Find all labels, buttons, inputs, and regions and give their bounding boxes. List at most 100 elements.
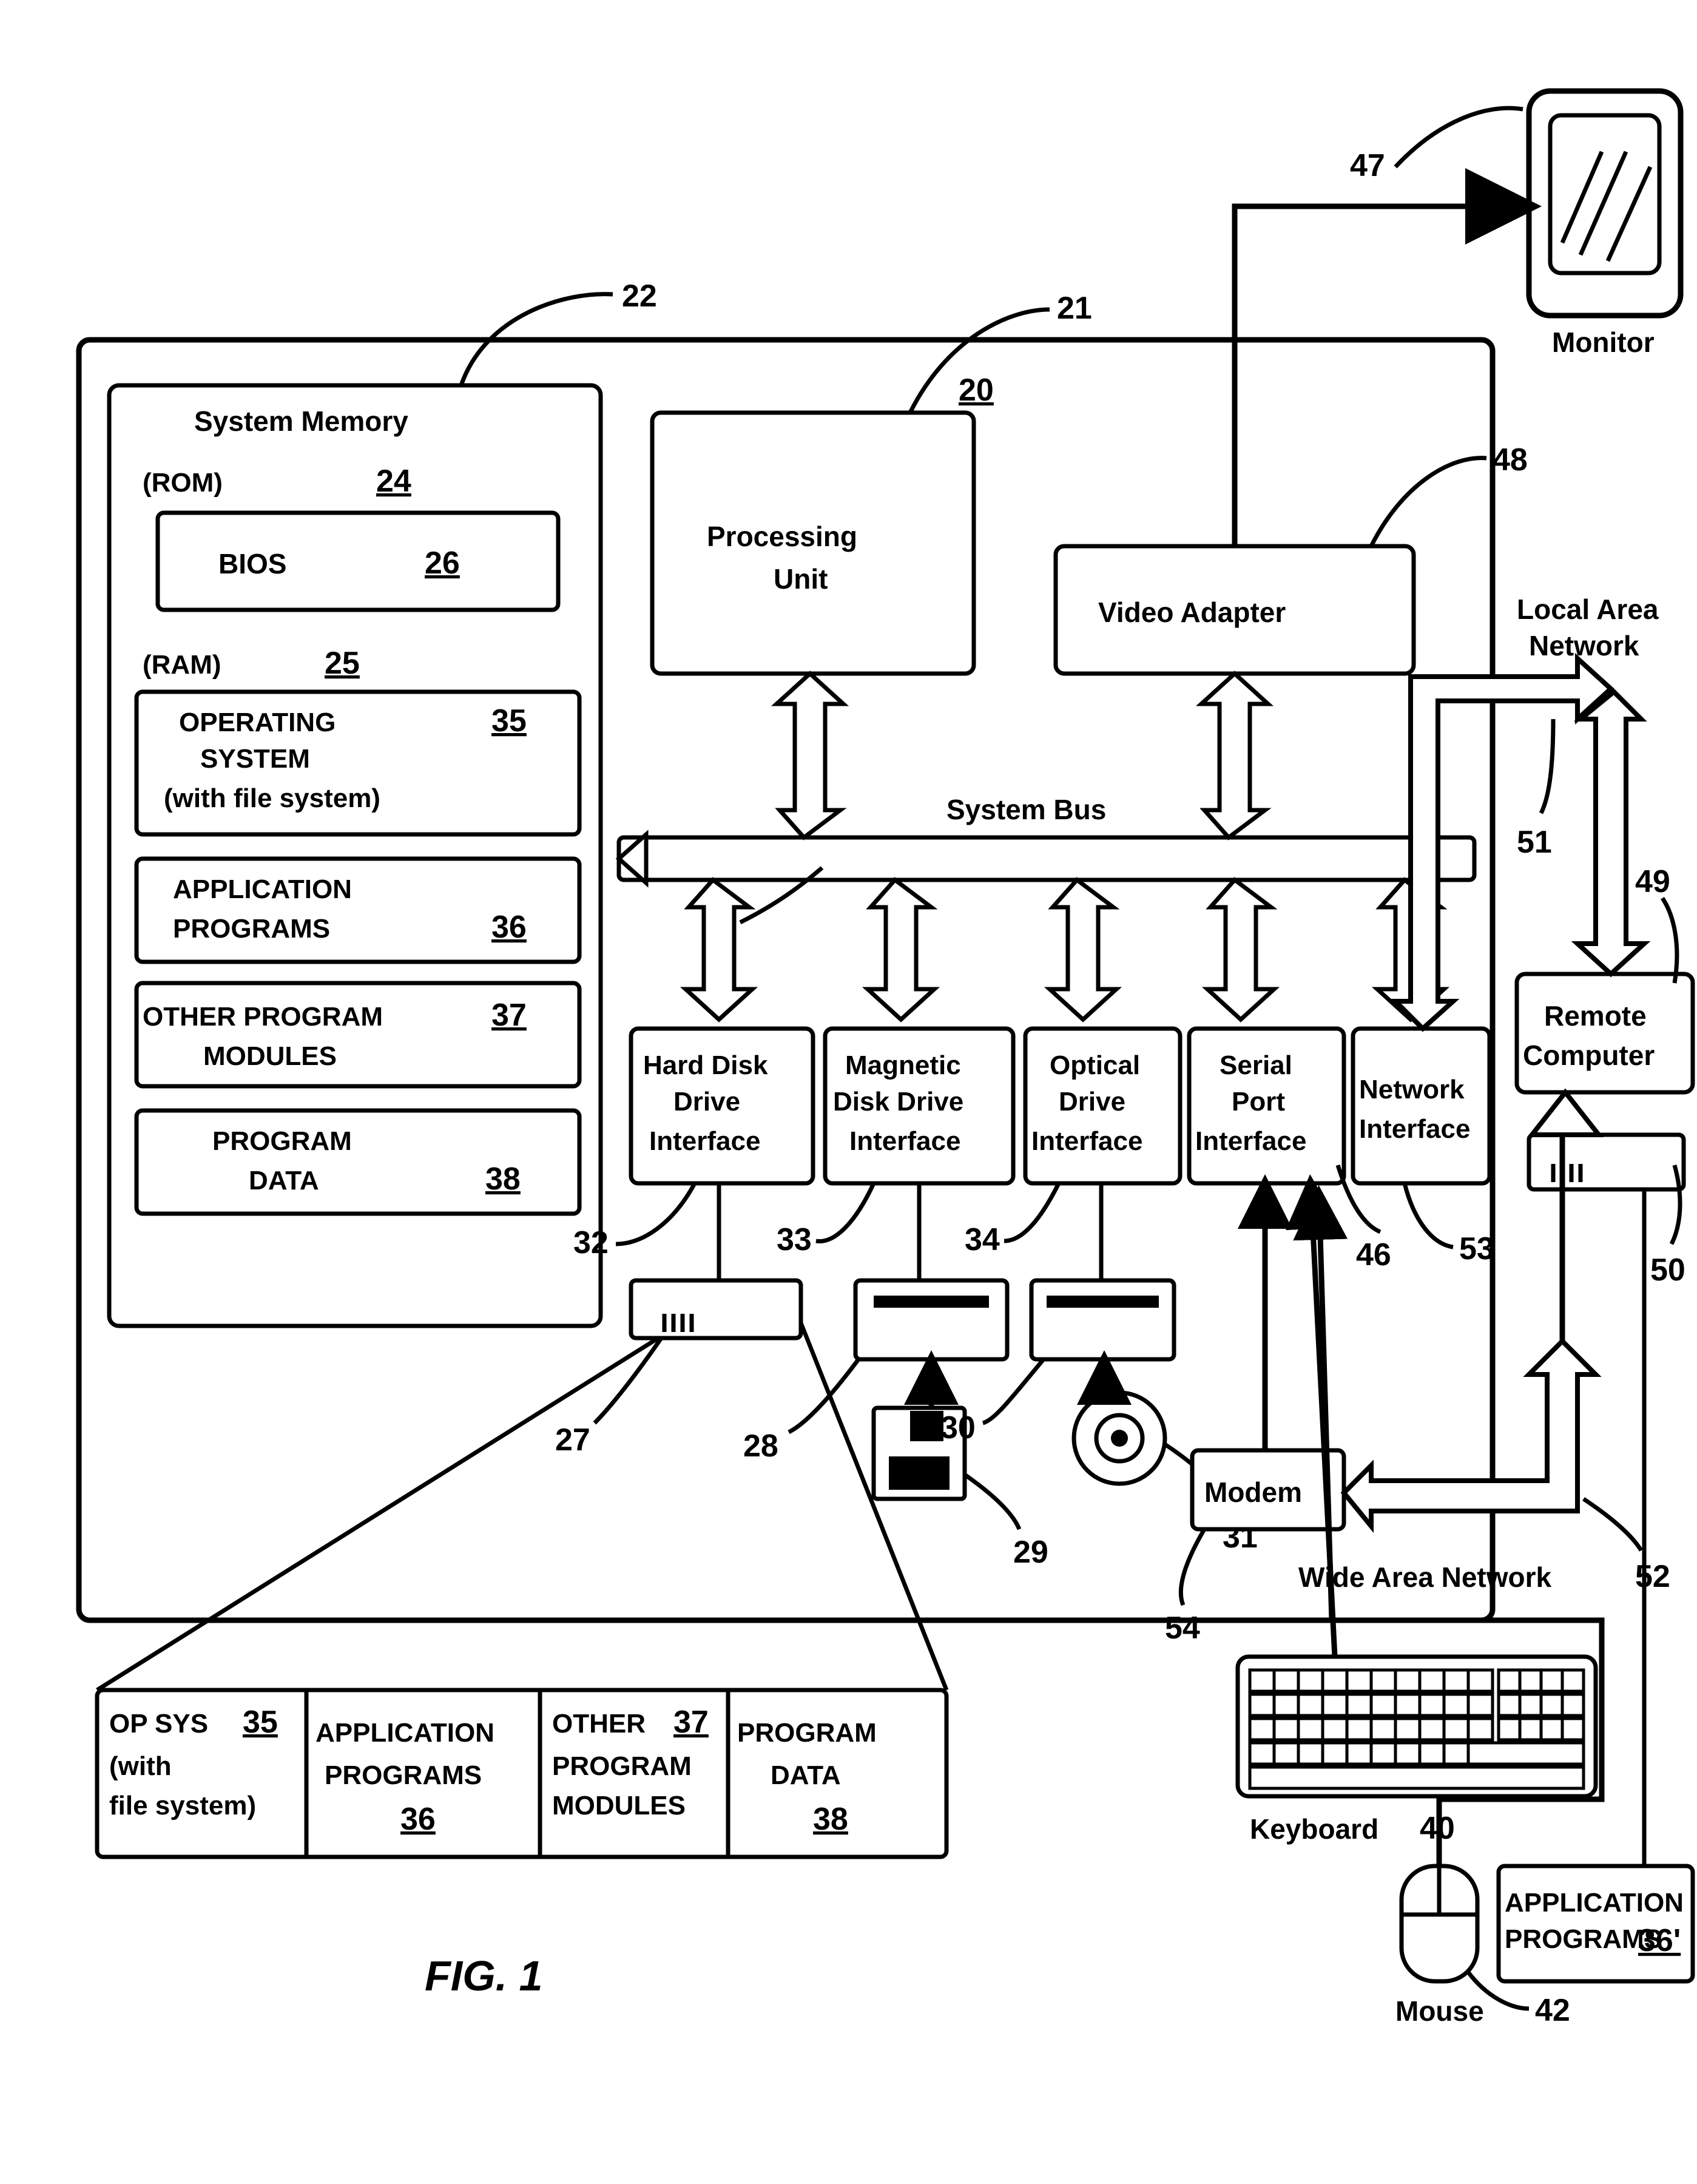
svg-text:(with: (with [109, 1751, 172, 1781]
svg-text:BIOS: BIOS [218, 548, 286, 580]
svg-text:33: 33 [777, 1222, 812, 1257]
svg-text:Magnetic: Magnetic [845, 1050, 961, 1080]
svg-text:Interface: Interface [1031, 1126, 1142, 1156]
svg-text:42: 42 [1535, 1993, 1570, 2028]
odd-interface: Optical Drive Interface [1025, 1029, 1180, 1183]
figure-label: FIG. 1 [425, 1952, 542, 2000]
svg-text:System Memory: System Memory [194, 405, 408, 437]
video-adapter: Video Adapter [1056, 546, 1414, 674]
processing-unit: Processing Unit [652, 413, 974, 674]
svg-text:38: 38 [813, 1802, 848, 1837]
svg-text:Hard Disk: Hard Disk [643, 1050, 768, 1080]
svg-text:OTHER: OTHER [552, 1709, 646, 1739]
svg-text:Monitor: Monitor [1552, 326, 1655, 358]
svg-text:APPLICATION: APPLICATION [173, 874, 352, 904]
svg-text:46: 46 [1356, 1237, 1391, 1273]
svg-text:Serial: Serial [1220, 1050, 1292, 1080]
svg-text:PROGRAMS: PROGRAMS [173, 914, 330, 944]
svg-text:48: 48 [1493, 442, 1528, 478]
svg-text:Unit: Unit [774, 563, 828, 595]
svg-text:OPERATING: OPERATING [179, 708, 336, 737]
svg-text:Port: Port [1232, 1087, 1285, 1117]
svg-text:29: 29 [1013, 1535, 1048, 1570]
svg-text:Processing: Processing [707, 521, 857, 552]
diagram-root: 20 System Memory (ROM) 24 BIOS 26 (RAM) … [0, 0, 1697, 2184]
remote-apps-box: APPLICATION PROGRAMS 36' [1499, 1866, 1693, 1981]
svg-text:35: 35 [243, 1705, 278, 1740]
svg-text:53: 53 [1459, 1231, 1494, 1266]
svg-text:22: 22 [622, 279, 657, 314]
svg-text:52: 52 [1635, 1559, 1670, 1594]
svg-text:50: 50 [1650, 1253, 1685, 1288]
mouse-icon [1402, 1866, 1477, 1981]
svg-text:PROGRAM: PROGRAM [212, 1126, 352, 1156]
svg-text:37: 37 [491, 998, 527, 1033]
svg-text:Video Adapter: Video Adapter [1098, 597, 1286, 628]
system-memory: System Memory (ROM) 24 BIOS 26 (RAM) 25 … [109, 385, 601, 1326]
disk-contents: OP SYS 35 (with file system) APPLICATION… [97, 1690, 946, 1857]
svg-text:21: 21 [1057, 291, 1092, 326]
svg-text:Local Area: Local Area [1517, 593, 1659, 625]
svg-text:49: 49 [1635, 864, 1670, 899]
svg-text:Drive: Drive [1059, 1087, 1125, 1117]
cd-icon [1074, 1393, 1165, 1484]
svg-text:Network: Network [1359, 1075, 1465, 1104]
svg-text:file system): file system) [109, 1791, 256, 1821]
svg-text:Interface: Interface [1359, 1114, 1470, 1144]
svg-text:54: 54 [1165, 1611, 1200, 1646]
svg-text:OTHER PROGRAM: OTHER PROGRAM [143, 1002, 383, 1032]
svg-text:27: 27 [555, 1422, 590, 1458]
svg-text:36: 36 [491, 910, 527, 945]
svg-text:SYSTEM: SYSTEM [200, 744, 310, 774]
svg-text:Interface: Interface [649, 1126, 760, 1156]
svg-text:DATA: DATA [249, 1166, 319, 1195]
svg-text:37: 37 [673, 1705, 709, 1740]
svg-text:51: 51 [1517, 825, 1552, 860]
svg-text:Interface: Interface [1195, 1126, 1306, 1156]
monitor-icon: Monitor [1529, 91, 1681, 358]
svg-text:35: 35 [491, 703, 527, 739]
svg-text:MODULES: MODULES [552, 1791, 686, 1821]
svg-text:(ROM): (ROM) [143, 468, 223, 498]
svg-text:47: 47 [1350, 148, 1385, 183]
chassis-ref: 20 [959, 373, 994, 408]
svg-text:36': 36' [1638, 1923, 1681, 1958]
hard-drive-icon [631, 1280, 801, 1338]
svg-text:(with file system): (with file system) [164, 783, 380, 813]
svg-text:32: 32 [573, 1225, 609, 1260]
svg-text:PROGRAMS: PROGRAMS [325, 1760, 482, 1790]
svg-text:Drive: Drive [673, 1087, 740, 1117]
svg-text:Interface: Interface [849, 1126, 960, 1156]
svg-text:Mouse: Mouse [1395, 1995, 1484, 2027]
spi-interface: Serial Port Interface [1189, 1029, 1344, 1183]
hdd-interface: Hard Disk Drive Interface [631, 1029, 813, 1183]
keyboard-icon [1238, 1657, 1596, 1796]
svg-text:(RAM): (RAM) [143, 650, 221, 680]
svg-text:MODULES: MODULES [203, 1041, 337, 1071]
svg-text:Optical: Optical [1050, 1050, 1140, 1080]
svg-text:Modem: Modem [1204, 1476, 1302, 1508]
svg-text:OP SYS: OP SYS [109, 1709, 208, 1739]
svg-text:APPLICATION: APPLICATION [1505, 1888, 1684, 1918]
floppy-drive-icon [855, 1280, 1007, 1359]
svg-text:38: 38 [485, 1161, 521, 1197]
svg-text:30: 30 [940, 1410, 976, 1445]
svg-text:36: 36 [400, 1802, 436, 1837]
optical-drive-icon [1031, 1280, 1174, 1359]
svg-text:APPLICATION: APPLICATION [315, 1718, 494, 1748]
svg-text:24: 24 [376, 464, 411, 499]
svg-text:Disk Drive: Disk Drive [833, 1087, 963, 1117]
network-interface: Network Interface [1353, 1029, 1490, 1183]
svg-text:PROGRAM: PROGRAM [552, 1751, 692, 1781]
svg-text:Wide Area Network: Wide Area Network [1298, 1561, 1552, 1593]
svg-text:25: 25 [325, 646, 360, 681]
svg-text:DATA: DATA [771, 1760, 841, 1790]
modem: Modem [1192, 1450, 1344, 1529]
svg-text:Remote: Remote [1544, 1000, 1647, 1032]
svg-text:28: 28 [743, 1428, 778, 1464]
svg-text:System Bus: System Bus [946, 794, 1106, 825]
svg-text:Network: Network [1529, 630, 1639, 661]
svg-text:Computer: Computer [1523, 1040, 1655, 1071]
mdd-interface: Magnetic Disk Drive Interface [825, 1029, 1013, 1183]
svg-text:PROGRAM: PROGRAM [737, 1718, 877, 1748]
